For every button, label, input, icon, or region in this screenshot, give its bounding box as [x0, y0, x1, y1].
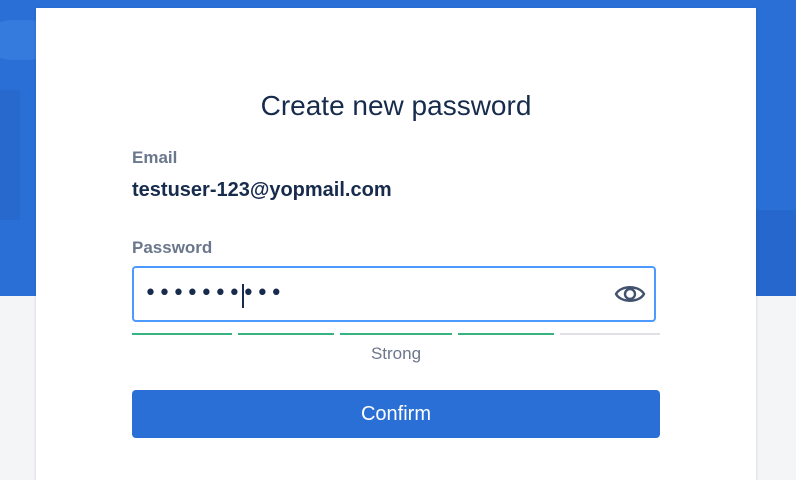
page: Create new password Email testuser-123@y… — [0, 0, 796, 480]
strength-segment — [238, 333, 334, 335]
background-decoration — [0, 90, 20, 220]
strength-segment — [132, 333, 232, 335]
password-card: Create new password Email testuser-123@y… — [36, 8, 756, 480]
background-decoration — [756, 210, 796, 296]
strength-segment — [458, 333, 554, 335]
email-value: testuser-123@yopmail.com — [132, 179, 392, 201]
confirm-button[interactable]: Confirm — [132, 390, 660, 438]
password-strength-meter — [132, 333, 660, 336]
email-label: Email — [132, 148, 178, 167]
strength-segment — [340, 333, 452, 335]
password-strength-label: Strong — [370, 344, 422, 363]
strength-segment — [560, 333, 660, 335]
text-caret — [242, 284, 244, 308]
password-field[interactable] — [132, 266, 656, 322]
eye-icon — [614, 286, 646, 302]
toggle-password-visibility-button[interactable] — [614, 280, 646, 308]
password-label: Password — [132, 238, 213, 257]
password-input[interactable] — [144, 276, 604, 312]
page-title: Create new password — [260, 90, 532, 121]
